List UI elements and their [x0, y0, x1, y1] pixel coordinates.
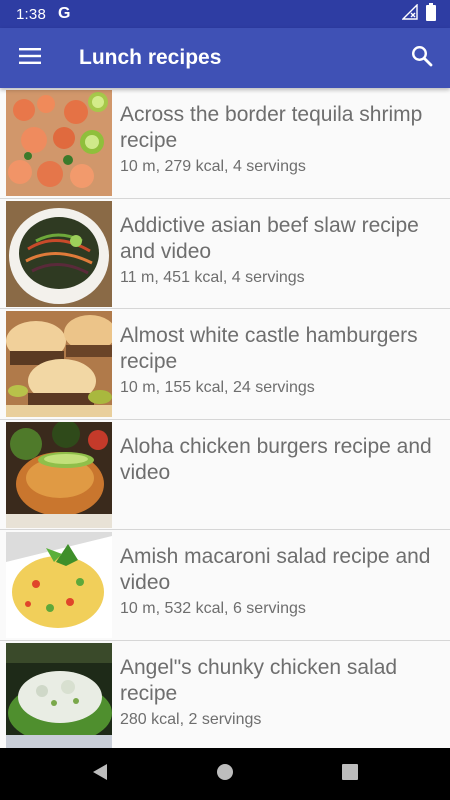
recents-square-icon: [342, 763, 358, 785]
recipe-title: Angel"s chunky chicken salad recipe: [120, 655, 398, 705]
search-icon: [411, 45, 433, 72]
status-time: 1:38: [16, 5, 46, 23]
search-button[interactable]: [394, 28, 450, 88]
battery-icon: [426, 3, 436, 25]
list-item[interactable]: Aloha chicken burgers recipe and video: [0, 420, 450, 530]
page-title: Lunch recipes: [79, 46, 222, 69]
list-item[interactable]: Across the border tequila shrimp recipe …: [0, 88, 450, 199]
status-bar: 1:38 G: [0, 0, 450, 28]
recipe-meta: 10 m, 155 kcal, 24 servings: [120, 379, 315, 396]
recipe-title: Across the border tequila shrimp recipe: [120, 103, 423, 152]
recipe-meta: 10 m, 279 kcal, 4 servings: [120, 158, 306, 175]
back-triangle-icon: [92, 763, 108, 786]
list-item[interactable]: Addictive asian beef slaw recipe and vid…: [0, 199, 450, 309]
list-item[interactable]: Angel"s chunky chicken salad recipe 280 …: [0, 641, 450, 748]
home-circle-icon: [216, 763, 234, 786]
recipe-thumbnail-hamburgers: [6, 311, 112, 417]
recents-button[interactable]: [288, 748, 413, 800]
recipe-thumbnail-chicken-burgers: [6, 421, 112, 528]
recipe-thumbnail-shrimp: [6, 90, 112, 196]
recipe-list[interactable]: Across the border tequila shrimp recipe …: [0, 88, 450, 748]
signal-icon: [401, 3, 418, 24]
recipe-thumbnail-chicken-salad: [6, 642, 112, 748]
recipe-meta: 11 m, 451 kcal, 4 servings: [120, 268, 305, 286]
back-button[interactable]: [38, 748, 163, 800]
recipe-title: Almost white castle hamburgers recipe: [120, 324, 418, 373]
recipe-title: Addictive asian beef slaw recipe and vid…: [120, 213, 419, 263]
status-icons: [401, 3, 436, 25]
recipe-thumbnail-macaroni-salad: [6, 532, 112, 638]
recipe-title: Aloha chicken burgers recipe and video: [120, 434, 432, 484]
recipe-meta: 10 m, 532 kcal, 6 servings: [120, 600, 306, 617]
list-item[interactable]: Almost white castle hamburgers recipe 10…: [0, 309, 450, 420]
list-item[interactable]: Amish macaroni salad recipe and video 10…: [0, 530, 450, 641]
home-button[interactable]: [163, 748, 288, 800]
google-notification-icon: G: [58, 5, 71, 22]
recipe-thumbnail-beef-slaw: [6, 200, 112, 307]
recipe-meta: 280 kcal, 2 servings: [120, 710, 262, 728]
app-bar: Lunch recipes: [0, 28, 450, 88]
system-navigation-bar: [0, 748, 450, 800]
recipe-title: Amish macaroni salad recipe and video: [120, 545, 431, 594]
hamburger-menu-icon: [19, 47, 41, 69]
menu-button[interactable]: [0, 28, 60, 88]
